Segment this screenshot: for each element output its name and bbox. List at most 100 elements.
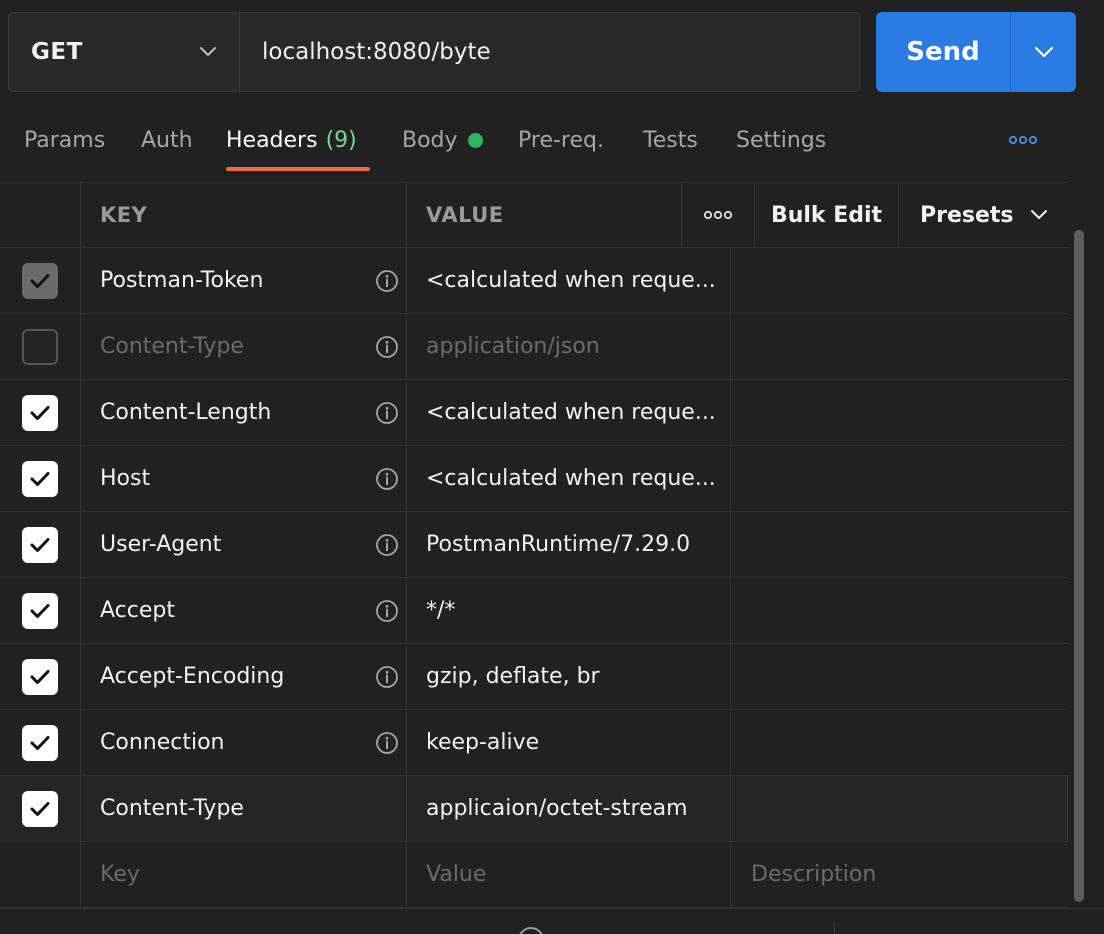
row-key: Postman-Token [100,268,264,293]
row-description-cell[interactable] [731,446,1068,511]
row-description-cell[interactable] [731,578,1068,643]
row-value-cell[interactable]: <calculated when reque... [407,380,731,445]
row-value-cell[interactable]: gzip, deflate, br [407,644,731,709]
info-icon[interactable] [375,533,399,557]
row-checkbox[interactable] [22,724,58,761]
tab-params[interactable]: Params [24,122,105,158]
row-value-cell[interactable]: application/json [407,314,731,379]
more-tabs-button[interactable] [1006,128,1040,152]
tab-prereq[interactable]: Pre-req. [518,122,604,158]
tab-auth[interactable]: Auth [141,122,193,158]
row-value-cell[interactable]: <calculated when reque... [407,446,731,511]
row-checkbox[interactable] [22,394,58,431]
table-row: Accept */* [0,578,1068,644]
row-key: Host [100,466,151,491]
scrollbar-thumb[interactable] [1074,230,1084,902]
new-value-placeholder: Value [426,862,487,887]
row-key-cell[interactable]: Content-Length [81,380,407,445]
tab-tests[interactable]: Tests [643,122,698,158]
chevron-down-icon [1034,46,1053,58]
row-value-cell[interactable]: */* [407,578,731,643]
row-value-cell[interactable]: <calculated when reque... [407,248,731,313]
info-icon[interactable] [375,731,399,755]
body-status-dot [467,132,483,148]
row-value: gzip, deflate, br [426,664,600,689]
row-description-cell[interactable] [731,710,1068,775]
row-value-cell[interactable]: applicaion/octet-stream [407,776,731,841]
chevron-down-icon [200,47,216,56]
send-button-group: Send [876,12,1076,92]
row-description-cell[interactable] [731,380,1068,445]
row-checkbox[interactable] [22,790,58,827]
key-column-label: KEY [100,203,148,227]
row-key: User-Agent [100,532,222,557]
row-check-cell [0,314,81,379]
table-row: Accept-Encoding gzip, deflate, br [0,644,1068,710]
presets-dropdown[interactable]: Presets [899,183,1068,247]
row-value: <calculated when reque... [426,400,716,425]
info-icon[interactable] [375,269,399,293]
info-icon[interactable] [375,599,399,623]
row-key: Accept [100,598,175,623]
row-key-cell[interactable]: Content-Type [81,776,407,841]
info-icon[interactable] [375,401,399,425]
info-icon[interactable] [375,467,399,491]
row-key: Connection [100,730,225,755]
url-input[interactable]: localhost:8080/byte [240,13,859,91]
table-row: Content-Type application/json [0,314,1068,380]
row-description-cell[interactable] [731,644,1068,709]
method-select[interactable]: GET [9,13,240,91]
table-body: Postman-Token <calculated when reque... Co… [0,248,1068,842]
tab-headers[interactable]: Headers (9) [226,122,357,158]
row-key-cell[interactable]: Accept-Encoding [81,644,407,709]
more-horizontal-icon [703,210,733,220]
tab-params-label: Params [24,127,106,153]
row-key-cell[interactable]: Accept [81,578,407,643]
new-key-input[interactable]: Key [81,842,407,907]
bulk-edit-button[interactable]: Bulk Edit [755,183,899,247]
info-icon[interactable] [375,665,399,689]
row-description-cell[interactable] [731,314,1068,379]
checkmark-icon [30,273,50,288]
row-key-cell[interactable]: Content-Type [81,314,407,379]
row-description-cell[interactable] [731,512,1068,577]
info-icon[interactable] [375,335,399,359]
active-tab-indicator [226,167,370,171]
tab-settings[interactable]: Settings [736,122,826,158]
row-description-cell[interactable] [731,776,1068,841]
row-checkbox[interactable] [22,658,58,695]
tab-body[interactable]: Body [402,122,483,158]
row-value: application/json [426,334,600,359]
row-value: PostmanRuntime/7.29.0 [426,532,691,557]
row-checkbox[interactable] [22,526,58,563]
send-options-button[interactable] [1010,12,1076,92]
row-checkbox[interactable] [22,460,58,497]
table-row: User-Agent PostmanRuntime/7.29.0 [0,512,1068,578]
value-column-label: VALUE [426,203,504,227]
checkmark-icon [30,537,50,552]
row-check-cell [0,512,81,577]
row-value-cell[interactable]: keep-alive [407,710,731,775]
row-value: keep-alive [426,730,540,755]
row-key-cell[interactable]: Host [81,446,407,511]
row-check-cell [0,710,81,775]
row-checkbox[interactable] [22,328,58,365]
method-label: GET [31,39,83,65]
new-description-input[interactable]: Description [731,842,1068,907]
row-key: Content-Type [100,334,244,359]
column-options-button[interactable] [681,183,755,247]
row-key-cell[interactable]: Connection [81,710,407,775]
row-value-cell[interactable]: PostmanRuntime/7.29.0 [407,512,731,577]
new-description-placeholder: Description [751,862,877,887]
row-key-cell[interactable]: User-Agent [81,512,407,577]
request-bar: GET localhost:8080/byte [8,12,860,92]
row-description-cell[interactable] [731,248,1068,313]
new-value-input[interactable]: Value [407,842,731,907]
headers-table: KEY VALUE Bulk Edit Presets Postman-Toke… [0,182,1068,908]
row-checkbox[interactable] [22,262,58,299]
row-key-cell[interactable]: Postman-Token [81,248,407,313]
table-row: Connection keep-alive [0,710,1068,776]
row-checkbox[interactable] [22,592,58,629]
table-row: Host <calculated when reque... [0,446,1068,512]
send-button[interactable]: Send [876,12,1010,92]
